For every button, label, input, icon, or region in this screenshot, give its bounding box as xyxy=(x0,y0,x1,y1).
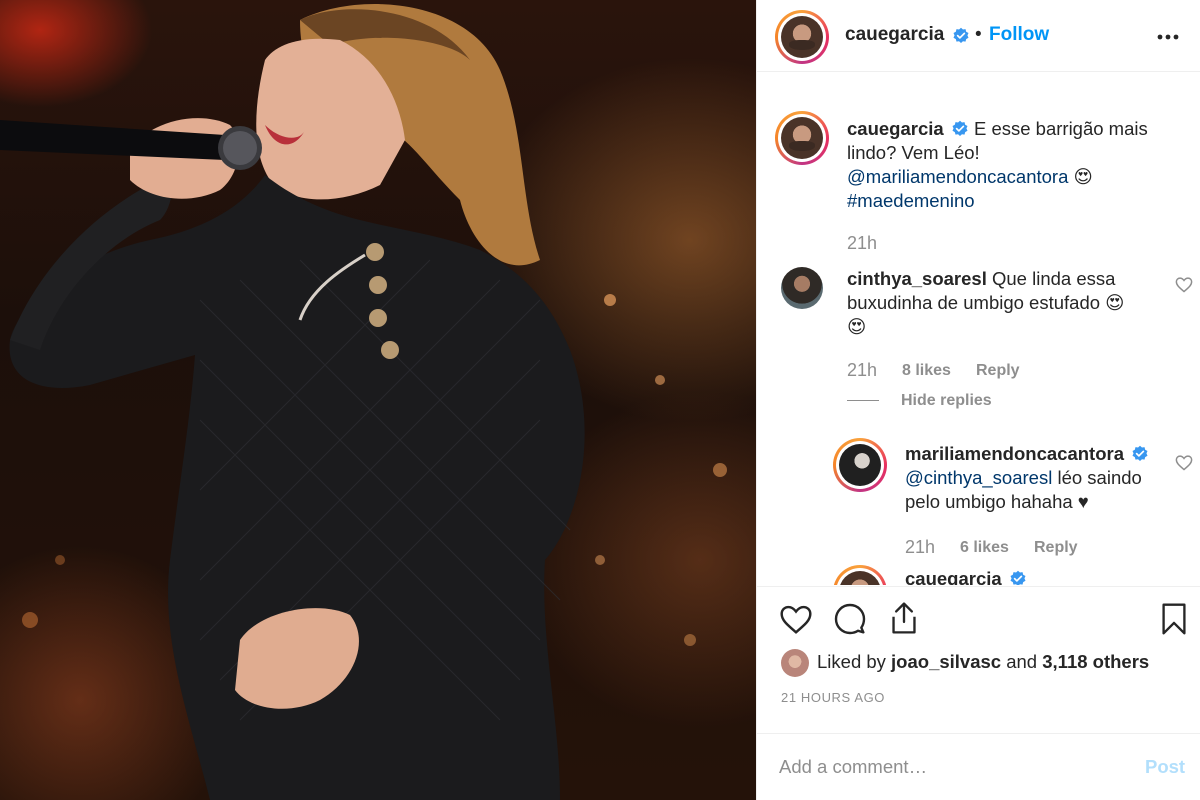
reply-reply-button[interactable]: Reply xyxy=(1034,539,1078,557)
verified-badge-icon xyxy=(1132,445,1148,462)
comment-time[interactable]: 21h xyxy=(847,360,877,381)
caption-text-line2: lindo? Vem Léo! xyxy=(847,142,980,163)
caption-hashtag[interactable]: #maedemenino xyxy=(847,189,1187,213)
reply-username[interactable]: mariliamendoncacantora xyxy=(905,443,1124,464)
liked-by: Liked by joao_silvasc and 3,118 others xyxy=(817,651,1149,673)
hide-replies-button[interactable]: Hide replies xyxy=(901,392,992,410)
bookmark-icon[interactable] xyxy=(1161,602,1187,636)
photo-illustration xyxy=(0,4,727,800)
add-comment-bar: Post xyxy=(757,733,1200,800)
add-comment-input[interactable] xyxy=(779,752,1119,782)
caption-emoji: 😍 xyxy=(1073,166,1093,187)
comment-icon[interactable] xyxy=(834,603,866,635)
caption-time[interactable]: 21h xyxy=(847,233,877,254)
liked-by-prefix: Liked by xyxy=(817,651,886,672)
reply-avatar[interactable] xyxy=(833,565,887,585)
header-separator: • xyxy=(975,24,982,45)
comment-text-line2: buxudinha de umbigo estufado xyxy=(847,292,1101,313)
comment-username[interactable]: cinthya_soaresl xyxy=(847,268,987,289)
post-timestamp[interactable]: 21 HOURS AGO xyxy=(781,690,885,705)
reply-time[interactable]: 21h xyxy=(905,537,935,558)
reply-like-heart-icon[interactable] xyxy=(1175,455,1193,471)
post-header: cauegarcia • Follow xyxy=(757,0,1200,72)
post-side-panel: cauegarcia • Follow cauegarcia E esse ba… xyxy=(756,0,1200,800)
liked-by-others[interactable]: 3,118 others xyxy=(1042,651,1149,672)
comment-avatar[interactable] xyxy=(781,267,823,309)
post-actions: Liked by joao_silvasc and 3,118 others 2… xyxy=(757,586,1200,800)
comment-emoji: 😍 xyxy=(847,316,867,337)
comment-text-line1: Que linda essa xyxy=(992,268,1116,289)
more-options-icon[interactable] xyxy=(1157,34,1179,40)
comment-emoji: 😍 xyxy=(1105,292,1125,313)
verified-badge-icon xyxy=(1010,570,1026,585)
comment-reply-button[interactable]: Reply xyxy=(976,362,1020,380)
hide-replies-line xyxy=(847,400,879,401)
reply: mariliamendoncacantora @cinthya_soaresl … xyxy=(905,442,1175,514)
reply-mention[interactable]: @cinthya_soaresl xyxy=(905,467,1052,488)
caption-username[interactable]: cauegarcia xyxy=(847,118,944,139)
share-icon[interactable] xyxy=(889,601,919,635)
reply-username[interactable]: cauegarcia xyxy=(905,568,1002,585)
author-avatar[interactable] xyxy=(775,10,829,64)
reply-text-line1: léo saindo xyxy=(1057,467,1142,488)
follow-button[interactable]: Follow xyxy=(989,24,1049,46)
post-photo[interactable] xyxy=(0,0,756,800)
caption-avatar[interactable] xyxy=(775,111,829,165)
liker-avatar[interactable] xyxy=(781,649,809,677)
caption-mention[interactable]: @mariliamendoncacantora xyxy=(847,166,1068,187)
liked-by-and: and xyxy=(1006,651,1038,672)
comment-like-heart-icon[interactable] xyxy=(1175,277,1193,293)
author-username[interactable]: cauegarcia xyxy=(845,24,944,46)
reply-text-line2: pelo umbigo hahaha ♥ xyxy=(905,491,1089,512)
verified-badge-icon xyxy=(952,120,968,137)
reply-avatar[interactable] xyxy=(833,438,887,492)
heart-icon[interactable] xyxy=(779,605,813,635)
caption: cauegarcia E esse barrigão mais lindo? V… xyxy=(847,117,1187,213)
post-button[interactable]: Post xyxy=(1145,756,1185,778)
reply: cauegarcia xyxy=(905,567,1027,585)
liked-by-user[interactable]: joao_silvasc xyxy=(891,651,1001,672)
comment: cinthya_soaresl Que linda essa buxudinha… xyxy=(847,267,1177,339)
reply-likes[interactable]: 6 likes xyxy=(960,539,1009,557)
comments-list[interactable]: cauegarcia E esse barrigão mais lindo? V… xyxy=(757,73,1200,585)
caption-text-line1: E esse barrigão mais xyxy=(973,118,1148,139)
verified-badge-icon xyxy=(953,27,969,44)
comment-likes[interactable]: 8 likes xyxy=(902,362,951,380)
